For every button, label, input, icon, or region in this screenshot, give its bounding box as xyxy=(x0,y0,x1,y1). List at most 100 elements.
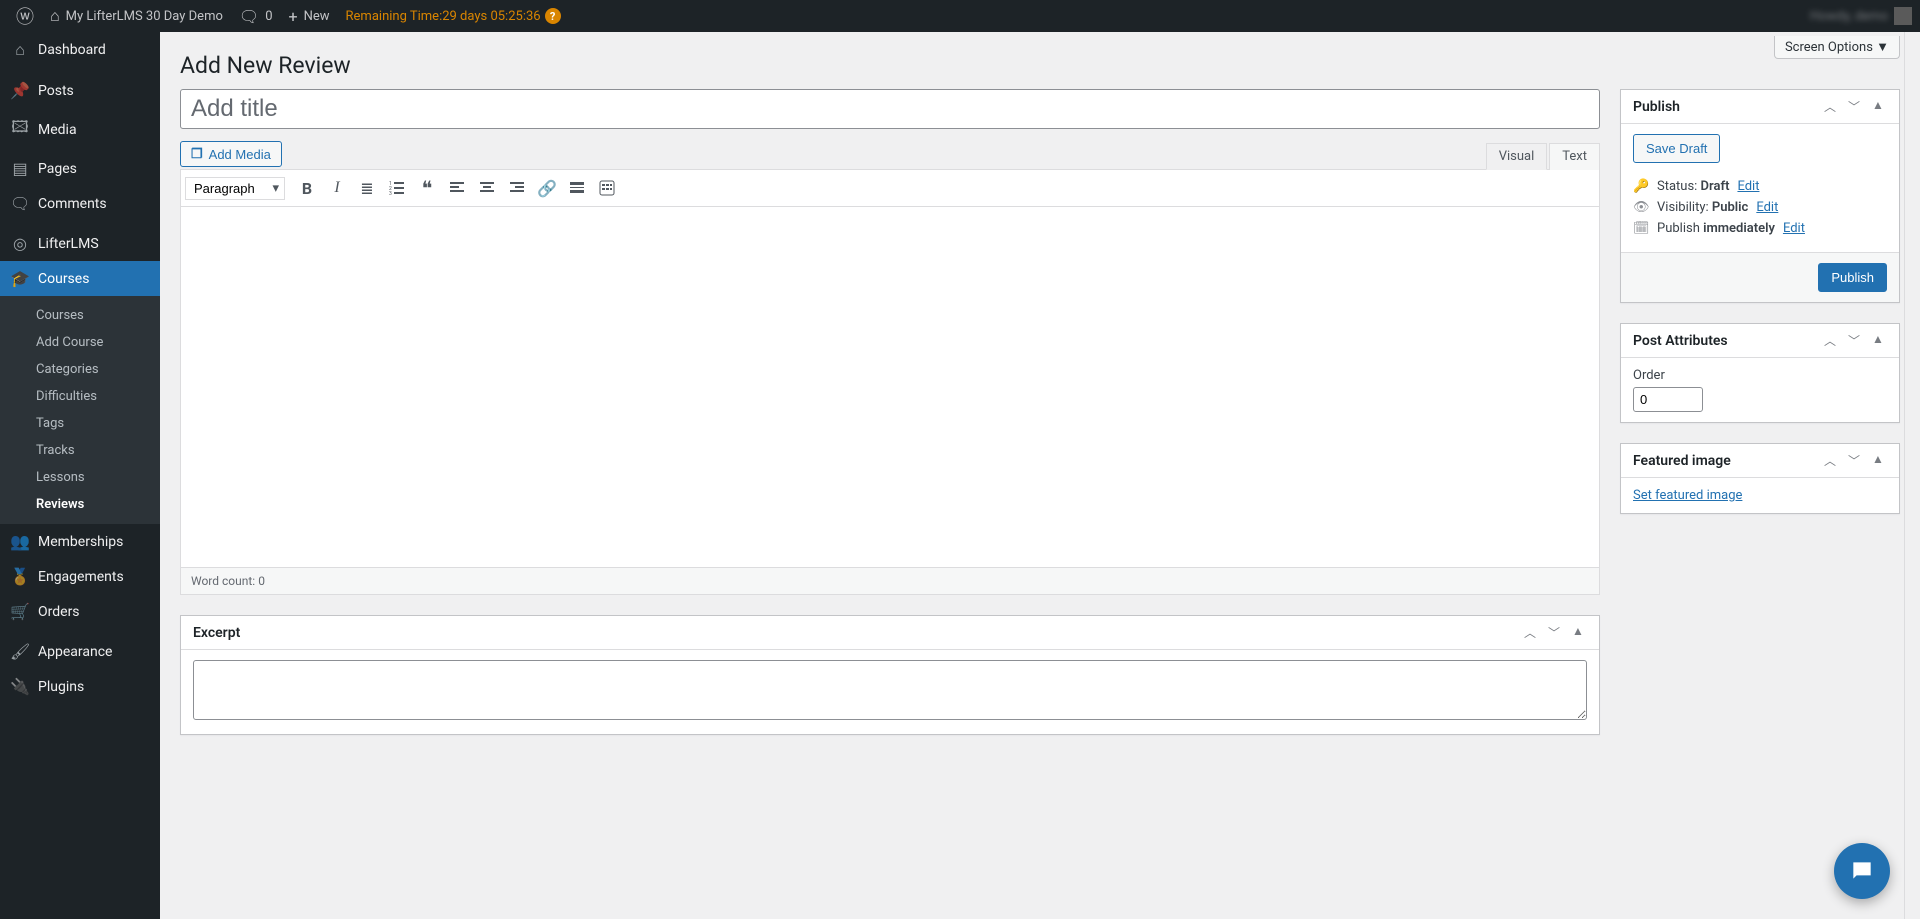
edit-visibility-link[interactable]: Edit xyxy=(1756,200,1778,215)
sidebar-item-label: Memberships xyxy=(38,534,123,550)
key-icon: 🔑 xyxy=(1633,179,1649,194)
move-down-icon[interactable]: ﹀ xyxy=(1845,332,1863,349)
toolbar-toggle-button[interactable] xyxy=(593,174,621,202)
comments-link[interactable]: 🗨0 xyxy=(231,0,281,32)
move-down-icon[interactable]: ﹀ xyxy=(1845,452,1863,469)
sidebar-item-courses[interactable]: 🎓Courses xyxy=(0,261,160,296)
sidebar-item-orders[interactable]: 🛒Orders xyxy=(0,594,160,629)
sidebar-item-pages[interactable]: ▤Pages xyxy=(0,151,160,186)
sidebar-item-label: Dashboard xyxy=(38,42,106,58)
sidebar-item-engagements[interactable]: 🏅Engagements xyxy=(0,559,160,594)
sidebar-item-label: Appearance xyxy=(38,644,112,660)
sidebar-item-memberships[interactable]: 👥Memberships xyxy=(0,524,160,559)
menu-icon: 🎓 xyxy=(10,269,30,288)
publish-metabox: Publish ︿ ﹀ ▲ Save Draft 🔑 Status: Draft… xyxy=(1620,89,1900,303)
order-input[interactable] xyxy=(1633,387,1703,412)
tab-visual[interactable]: Visual xyxy=(1486,143,1548,170)
topbar-account[interactable]: Howdy, demo xyxy=(1810,7,1912,25)
set-featured-image-link[interactable]: Set featured image xyxy=(1633,488,1742,503)
submenu-item-add-course[interactable]: Add Course xyxy=(0,329,160,356)
editor-content[interactable] xyxy=(181,207,1599,567)
post-attributes-metabox: Post Attributes ︿ ﹀ ▲ Order xyxy=(1620,323,1900,423)
excerpt-title: Excerpt xyxy=(193,625,1521,641)
edit-status-link[interactable]: Edit xyxy=(1737,179,1759,194)
excerpt-input[interactable] xyxy=(193,660,1587,720)
svg-text:3: 3 xyxy=(389,191,392,196)
publish-button[interactable]: Publish xyxy=(1818,263,1887,292)
post-title-input[interactable] xyxy=(180,89,1600,129)
sidebar-item-appearance[interactable]: 🖌 Appearance xyxy=(0,634,160,669)
move-up-icon[interactable]: ︿ xyxy=(1521,624,1539,641)
blockquote-button[interactable]: ❝ xyxy=(413,174,441,202)
bold-button[interactable]: B xyxy=(293,174,321,202)
add-media-button[interactable]: ❐ Add Media xyxy=(180,141,282,167)
submenu-item-tracks[interactable]: Tracks xyxy=(0,437,160,464)
menu-icon: 🖌 xyxy=(10,642,30,661)
submenu-item-lessons[interactable]: Lessons xyxy=(0,464,160,491)
sidebar-item-label: Engagements xyxy=(38,569,124,585)
align-center-button[interactable] xyxy=(473,174,501,202)
new-label: New xyxy=(304,9,330,24)
submenu-item-difficulties[interactable]: Difficulties xyxy=(0,383,160,410)
link-button[interactable]: 🔗 xyxy=(533,174,561,202)
menu-icon: 🗨 xyxy=(10,194,30,213)
sidebar-item-label: Media xyxy=(38,122,77,138)
remaining-prefix: Remaining Time: xyxy=(346,9,443,24)
calendar-icon: 🗓 xyxy=(1633,221,1649,236)
sidebar-item-comments[interactable]: 🗨 Comments xyxy=(0,186,160,221)
sidebar-item-posts[interactable]: 📌Posts xyxy=(0,73,160,108)
bullet-list-button[interactable]: ≣ xyxy=(353,174,381,202)
move-up-icon[interactable]: ︿ xyxy=(1821,332,1839,349)
italic-button[interactable]: I xyxy=(323,174,351,202)
move-down-icon[interactable]: ﹀ xyxy=(1545,624,1563,641)
read-more-button[interactable] xyxy=(563,174,591,202)
help-icon[interactable]: ? xyxy=(545,8,561,24)
menu-icon: ▤ xyxy=(10,159,30,178)
sidebar-item-plugins[interactable]: 🔌Plugins xyxy=(0,669,160,704)
numbered-list-button[interactable]: 123 xyxy=(383,174,411,202)
help-beacon-button[interactable] xyxy=(1834,843,1890,899)
featured-image-title: Featured image xyxy=(1633,453,1821,469)
main-content: Screen Options ▼ Add New Review ❐ Add Me… xyxy=(160,32,1920,919)
page-title: Add New Review xyxy=(180,32,1900,89)
move-up-icon[interactable]: ︿ xyxy=(1821,98,1839,115)
comment-icon: 🗨 xyxy=(239,7,259,26)
editor: Paragraph B I ≣ 123 ❝ 🔗 Word count: 0 xyxy=(180,169,1600,595)
site-name-link[interactable]: ⌂My LifterLMS 30 Day Demo xyxy=(42,0,231,32)
edit-schedule-link[interactable]: Edit xyxy=(1783,221,1805,236)
order-label: Order xyxy=(1633,368,1887,383)
wordpress-icon: ⓦ xyxy=(16,3,34,29)
plus-icon: + xyxy=(289,7,298,26)
editor-toolbar: Paragraph B I ≣ 123 ❝ 🔗 xyxy=(181,170,1599,207)
new-content-link[interactable]: + New xyxy=(281,0,338,32)
sidebar-item-lifterlms[interactable]: ◎LifterLMS xyxy=(0,226,160,261)
sidebar-item-label: Comments xyxy=(38,196,107,212)
screen-options-toggle[interactable]: Screen Options ▼ xyxy=(1774,36,1900,59)
move-up-icon[interactable]: ︿ xyxy=(1821,452,1839,469)
format-select[interactable]: Paragraph xyxy=(185,177,285,200)
remaining-time[interactable]: Remaining Time: 29 days 05:25:36 ? xyxy=(338,0,569,32)
align-left-button[interactable] xyxy=(443,174,471,202)
tab-text[interactable]: Text xyxy=(1549,143,1600,170)
submenu-item-categories[interactable]: Categories xyxy=(0,356,160,383)
save-draft-button[interactable]: Save Draft xyxy=(1633,134,1720,163)
toggle-panel-icon[interactable]: ▲ xyxy=(1869,332,1887,349)
align-right-button[interactable] xyxy=(503,174,531,202)
sidebar-item-label: Plugins xyxy=(38,679,84,695)
submenu-item-reviews[interactable]: Reviews xyxy=(0,491,160,518)
submenu-item-courses[interactable]: Courses xyxy=(0,302,160,329)
user-greeting: Howdy, demo xyxy=(1810,9,1888,24)
toggle-panel-icon[interactable]: ▲ xyxy=(1869,98,1887,115)
sidebar-item-media[interactable]: 🖾 Media xyxy=(0,108,160,151)
sidebar-item-dashboard[interactable]: ⌂ Dashboard xyxy=(0,32,160,68)
toggle-panel-icon[interactable]: ▲ xyxy=(1569,624,1587,641)
admin-topbar: ⓦ ⌂My LifterLMS 30 Day Demo 🗨0 +New Rema… xyxy=(0,0,1920,32)
move-down-icon[interactable]: ﹀ xyxy=(1845,98,1863,115)
toggle-panel-icon[interactable]: ▲ xyxy=(1869,452,1887,469)
comments-count: 0 xyxy=(265,9,272,24)
scrollbar[interactable]: ▴ xyxy=(1904,0,1920,919)
wp-logo-menu[interactable]: ⓦ xyxy=(8,0,42,32)
submenu-item-tags[interactable]: Tags xyxy=(0,410,160,437)
menu-icon: 🖾 xyxy=(10,116,30,143)
menu-icon: ⌂ xyxy=(10,40,30,60)
